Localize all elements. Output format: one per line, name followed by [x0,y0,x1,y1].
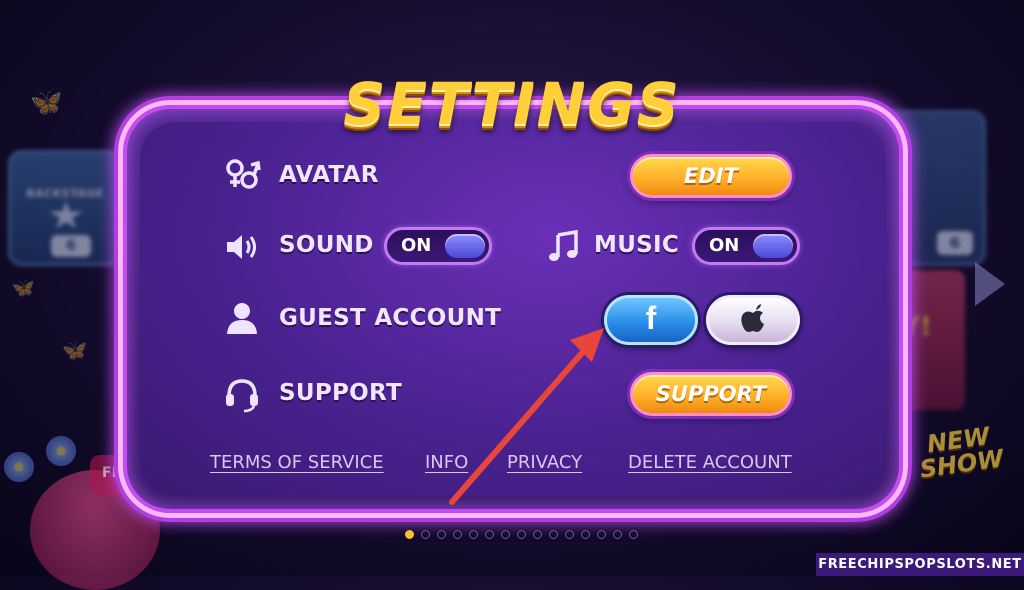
annotation-arrow-icon [449,328,604,505]
